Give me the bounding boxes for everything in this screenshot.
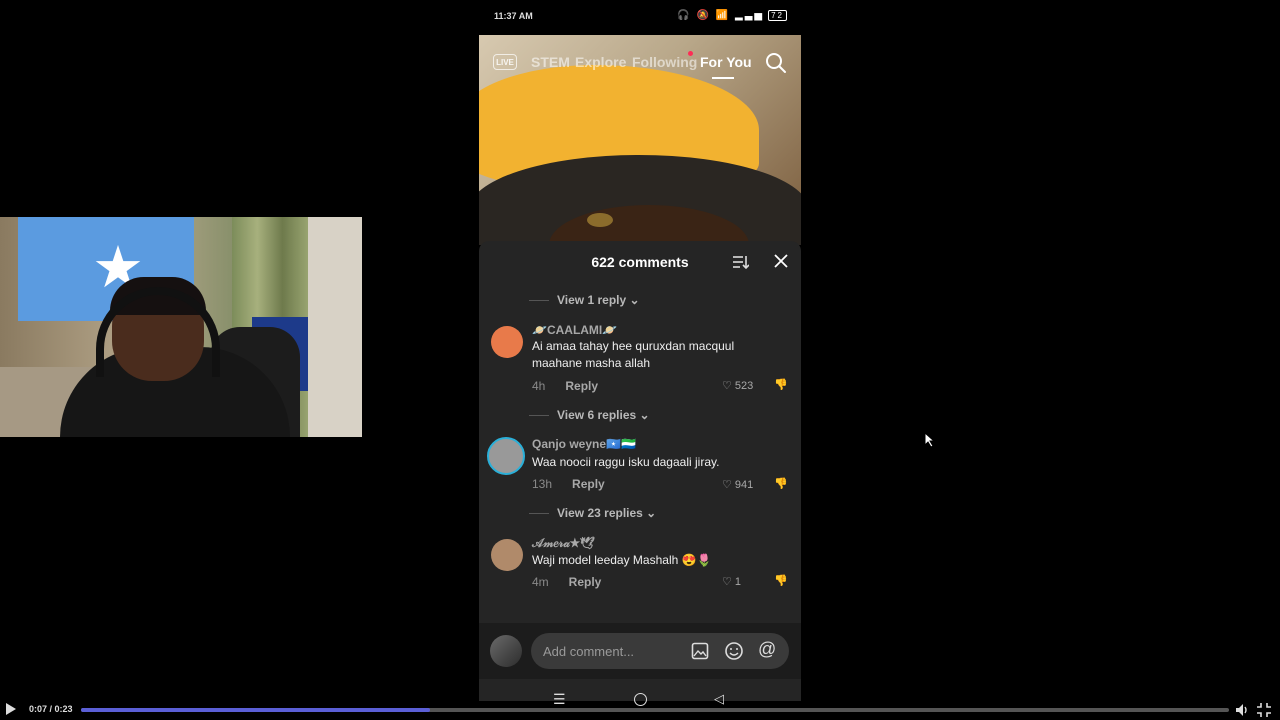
seek-bar[interactable] (81, 708, 1229, 712)
status-bar: 11:37 AM 🎧 🔕 📶 ▂▃▅ 72 (479, 0, 801, 36)
reply-button[interactable]: Reply (565, 379, 598, 393)
comment-text: Waji model leeday Mashalh 😍🌷 (532, 553, 712, 567)
avatar[interactable] (491, 539, 523, 571)
dislike-icon[interactable]: 👎 (774, 477, 788, 490)
comment-meta: 13h Reply (532, 477, 605, 491)
wall (308, 217, 362, 437)
like-count: 941 (734, 479, 754, 491)
search-icon[interactable] (765, 52, 787, 74)
comment-age: 4h (532, 379, 546, 393)
emoji-icon[interactable] (724, 641, 744, 661)
exit-fullscreen-icon[interactable] (1256, 702, 1272, 718)
battery-icon: 72 (768, 10, 787, 21)
tab-explore[interactable]: Explore (575, 54, 626, 70)
status-icons: 🎧 🔕 📶 ▂▃▅ 72 (677, 10, 787, 21)
like-button[interactable]: ♡ 1 (722, 575, 741, 588)
comments-count-title: 622 comments (591, 254, 689, 270)
reply-button[interactable]: Reply (572, 477, 605, 491)
volume-icon[interactable] (1234, 702, 1250, 718)
like-button[interactable]: ♡ 941 (722, 478, 753, 491)
avatar (490, 635, 522, 667)
comment-age: 13h (532, 477, 553, 491)
comment-age: 4m (532, 575, 549, 589)
comment-text: Waa noocii raggu isku dagaali jiray. (532, 455, 720, 469)
live-icon[interactable]: LIVE (493, 54, 517, 70)
play-icon[interactable] (6, 703, 16, 715)
comment-input[interactable]: Add comment... @ (531, 633, 789, 669)
like-button[interactable]: ♡ 523 (722, 379, 753, 392)
view-replies-link[interactable]: View 1 reply ⌄ (529, 293, 640, 307)
status-time: 11:37 AM (494, 11, 533, 21)
dislike-icon[interactable]: 👎 (774, 574, 788, 587)
avatar[interactable] (491, 326, 523, 358)
playback-time: 0:07 / 0:23 (29, 704, 73, 714)
comment-input-bar: Add comment... @ (479, 623, 801, 679)
tab-stem[interactable]: STEM (531, 54, 570, 70)
video-player-controls: 0:07 / 0:23 (0, 700, 1280, 720)
reply-button[interactable]: Reply (569, 575, 602, 589)
webcam-overlay: ★ (0, 217, 362, 437)
view-replies-link[interactable]: View 6 replies ⌄ (529, 408, 650, 422)
comment-input-placeholder: Add comment... (543, 644, 635, 659)
like-count: 1 (734, 576, 742, 588)
tab-following[interactable]: Following (632, 54, 697, 70)
avatar[interactable] (487, 437, 525, 475)
mouse-cursor-icon (924, 432, 936, 448)
comments-sheet: 622 comments View 1 reply ⌄ 🪐CAALAMI🪐 Ai… (479, 241, 801, 701)
mention-icon[interactable]: @ (758, 639, 776, 660)
like-count: 523 (734, 380, 754, 392)
active-tab-underline (712, 77, 734, 79)
view-replies-link[interactable]: View 23 replies ⌄ (529, 506, 656, 520)
comment-meta: 4h Reply (532, 379, 598, 393)
dislike-icon[interactable]: 👎 (774, 378, 788, 391)
comment-author[interactable]: 🪐CAALAMI🪐 (532, 323, 617, 337)
image-icon[interactable] (691, 642, 709, 660)
video-eye (587, 213, 613, 227)
seek-progress (81, 708, 430, 712)
sort-icon[interactable] (731, 253, 749, 271)
comment-meta: 4m Reply (532, 575, 601, 589)
comment-author[interactable]: 𝒜𝓂𝑒𝓇𝒶★🕊 (532, 536, 595, 551)
tab-for-you[interactable]: For You (700, 54, 752, 70)
notification-dot (688, 51, 693, 56)
phone-screen: 11:37 AM 🎧 🔕 📶 ▂▃▅ 72 LIVE STEM Explore F… (479, 0, 801, 720)
top-nav: LIVE STEM Explore Following For You (479, 48, 801, 79)
comment-author[interactable]: Qanjo weyne🇸🇴🇸🇱 (532, 437, 636, 451)
close-icon[interactable] (773, 253, 789, 269)
comment-text: Ai amaa tahay hee quruxdan macquul maaha… (532, 339, 735, 370)
